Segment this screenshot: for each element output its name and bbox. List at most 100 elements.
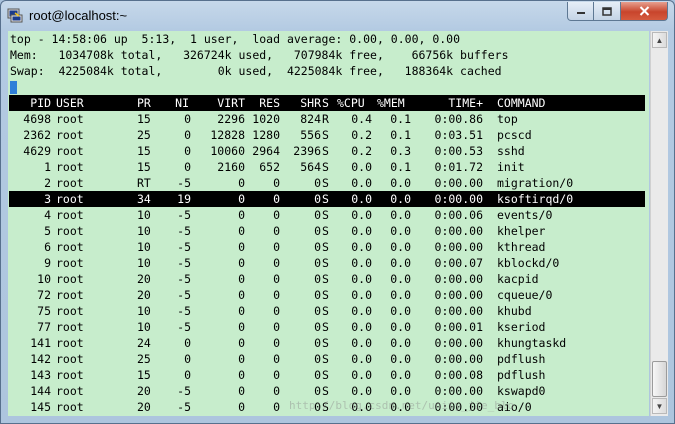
cell-ni: -5 bbox=[177, 400, 191, 414]
cell-ni: -5 bbox=[177, 256, 191, 270]
cell-pr: 15 bbox=[137, 160, 151, 174]
cell-user: root bbox=[56, 272, 84, 286]
cell-mem: 0.0 bbox=[390, 384, 411, 398]
cell-virt: 0 bbox=[238, 256, 245, 270]
vertical-scrollbar[interactable]: ▲ ▼ bbox=[650, 31, 668, 416]
title-bar[interactable]: root@localhost:~ bbox=[1, 1, 674, 31]
close-button[interactable] bbox=[621, 2, 668, 21]
cell-res: 1280 bbox=[252, 128, 280, 142]
cell-s: S bbox=[322, 96, 329, 110]
cell-s: S bbox=[322, 368, 329, 382]
cell-shr: 0 bbox=[314, 320, 321, 334]
maximize-button[interactable] bbox=[594, 2, 621, 21]
cell-mem: 0.0 bbox=[390, 368, 411, 382]
cell-mem: 0.1 bbox=[390, 160, 411, 174]
cell-pid: 72 bbox=[37, 288, 51, 302]
cell-time: 0:00.01 bbox=[434, 320, 483, 334]
cell-ni: 0 bbox=[184, 336, 191, 350]
cell-mem: 0.3 bbox=[390, 144, 411, 158]
scroll-down-button[interactable]: ▼ bbox=[652, 398, 667, 414]
minimize-button[interactable] bbox=[567, 2, 594, 21]
cell-pr: 20 bbox=[137, 400, 151, 414]
cell-res: 0 bbox=[273, 176, 280, 190]
cell-command: pdflush bbox=[497, 352, 546, 366]
process-row: 2362 root 25 0 12828 1280 556 S 0.2 0.1 0:03.51 pcs… bbox=[9, 127, 645, 143]
cell-pr: 10 bbox=[137, 320, 151, 334]
cell-command: kacpid bbox=[497, 272, 539, 286]
process-row: 75 root 10 -5 0 0 0 S 0.0 0.0 0:00.00 khubd bbox=[9, 303, 645, 319]
cell-mem: 0.0 bbox=[390, 256, 411, 270]
window-title: root@localhost:~ bbox=[29, 8, 128, 23]
cell-mem: 0.0 bbox=[390, 272, 411, 286]
cell-cpu: 0.4 bbox=[351, 112, 372, 126]
cell-shr: 0 bbox=[314, 336, 321, 350]
cell-command: kseriod bbox=[497, 320, 546, 334]
cell-time: 0:00.00 bbox=[434, 336, 483, 350]
arrow-down-icon: ▼ bbox=[655, 401, 664, 411]
cell-pr: 10 bbox=[137, 304, 151, 318]
cell-command: migration/0 bbox=[497, 176, 574, 190]
cell-ni: -5 bbox=[177, 208, 191, 222]
process-table-header: PID USER PR NI VIRT RES SHR S %CPU %MEM TIME+ COMMA… bbox=[9, 95, 645, 111]
minimize-icon bbox=[576, 12, 585, 14]
cell-shr: 0 bbox=[314, 192, 321, 206]
cell-user: root bbox=[56, 320, 84, 334]
cell-user: root bbox=[56, 304, 84, 318]
cell-virt: 0 bbox=[238, 272, 245, 286]
cell-shr: 0 bbox=[314, 352, 321, 366]
cell-command: kthread bbox=[497, 240, 546, 254]
cell-ni: -5 bbox=[177, 224, 191, 238]
cell-ni: -5 bbox=[177, 304, 191, 318]
cell-time: 0:00.00 bbox=[434, 192, 483, 206]
terminal-screen[interactable]: top - 14:58:06 up 5:13, 1 user, load ave… bbox=[8, 31, 649, 416]
cell-res: 0 bbox=[273, 320, 280, 334]
cell-virt: 0 bbox=[238, 240, 245, 254]
cell-time: 0:00.86 bbox=[434, 112, 483, 126]
cell-shr: 0 bbox=[314, 272, 321, 286]
terminal-cursor bbox=[10, 81, 17, 94]
cell-ni: -5 bbox=[177, 272, 191, 286]
cell-mem: 0.0 bbox=[390, 224, 411, 238]
cell-cpu: 0.0 bbox=[351, 224, 372, 238]
cell-res: 0 bbox=[273, 352, 280, 366]
cell-cpu: 0.0 bbox=[351, 304, 372, 318]
cell-s: S bbox=[322, 352, 329, 366]
scroll-up-button[interactable]: ▲ bbox=[652, 32, 667, 48]
cell-pid: 10 bbox=[37, 272, 51, 286]
cell-ni: 0 bbox=[184, 160, 191, 174]
cell-pr: 25 bbox=[137, 352, 151, 366]
cell-pid: 144 bbox=[30, 384, 51, 398]
cell-time: 0:00.00 bbox=[434, 224, 483, 238]
cell-mem: 0.0 bbox=[390, 320, 411, 334]
cell-s: S bbox=[322, 208, 329, 222]
cell-cpu: 0.0 bbox=[351, 320, 372, 334]
cell-pid: 141 bbox=[30, 336, 51, 350]
cell-s: S bbox=[322, 320, 329, 334]
cell-pid: 1 bbox=[44, 160, 51, 174]
cell-cpu: 0.0 bbox=[351, 336, 372, 350]
cell-shr: 0 bbox=[314, 224, 321, 238]
process-row: 4698 root 15 0 2296 1020 824 R 0.4 0.1 0:00.86 top bbox=[9, 111, 645, 127]
cell-time: 0:03.51 bbox=[434, 128, 483, 142]
cell-res: 0 bbox=[273, 336, 280, 350]
cell-s: S bbox=[322, 288, 329, 302]
cell-time: 0:00.53 bbox=[434, 144, 483, 158]
cell-virt: 0 bbox=[238, 288, 245, 302]
cell-mem: 0.0 bbox=[390, 240, 411, 254]
cell-s: S bbox=[322, 304, 329, 318]
cell-pr: 34 bbox=[137, 192, 151, 206]
scrollbar-thumb[interactable] bbox=[652, 361, 667, 397]
putty-terminal-icon bbox=[7, 8, 23, 23]
cell-mem: 0.1 bbox=[390, 128, 411, 142]
process-row: 141 root 24 0 0 0 0 S 0.0 0.0 0:00.00 khungtaskd bbox=[9, 335, 645, 351]
cell-cpu: 0.0 bbox=[351, 256, 372, 270]
cell-res: 0 bbox=[273, 400, 280, 414]
cell-shr: 0 bbox=[314, 240, 321, 254]
cell-time: 0:00.00 bbox=[434, 352, 483, 366]
cell-res: 0 bbox=[273, 224, 280, 238]
process-row: 6 root 10 -5 0 0 0 S 0.0 0.0 0:00.00 kthread bbox=[9, 239, 645, 255]
cell-mem: 0.1 bbox=[390, 112, 411, 126]
cell-virt: 0 bbox=[238, 192, 245, 206]
cell-pid: 143 bbox=[30, 368, 51, 382]
cell-command: pdflush bbox=[497, 368, 546, 382]
